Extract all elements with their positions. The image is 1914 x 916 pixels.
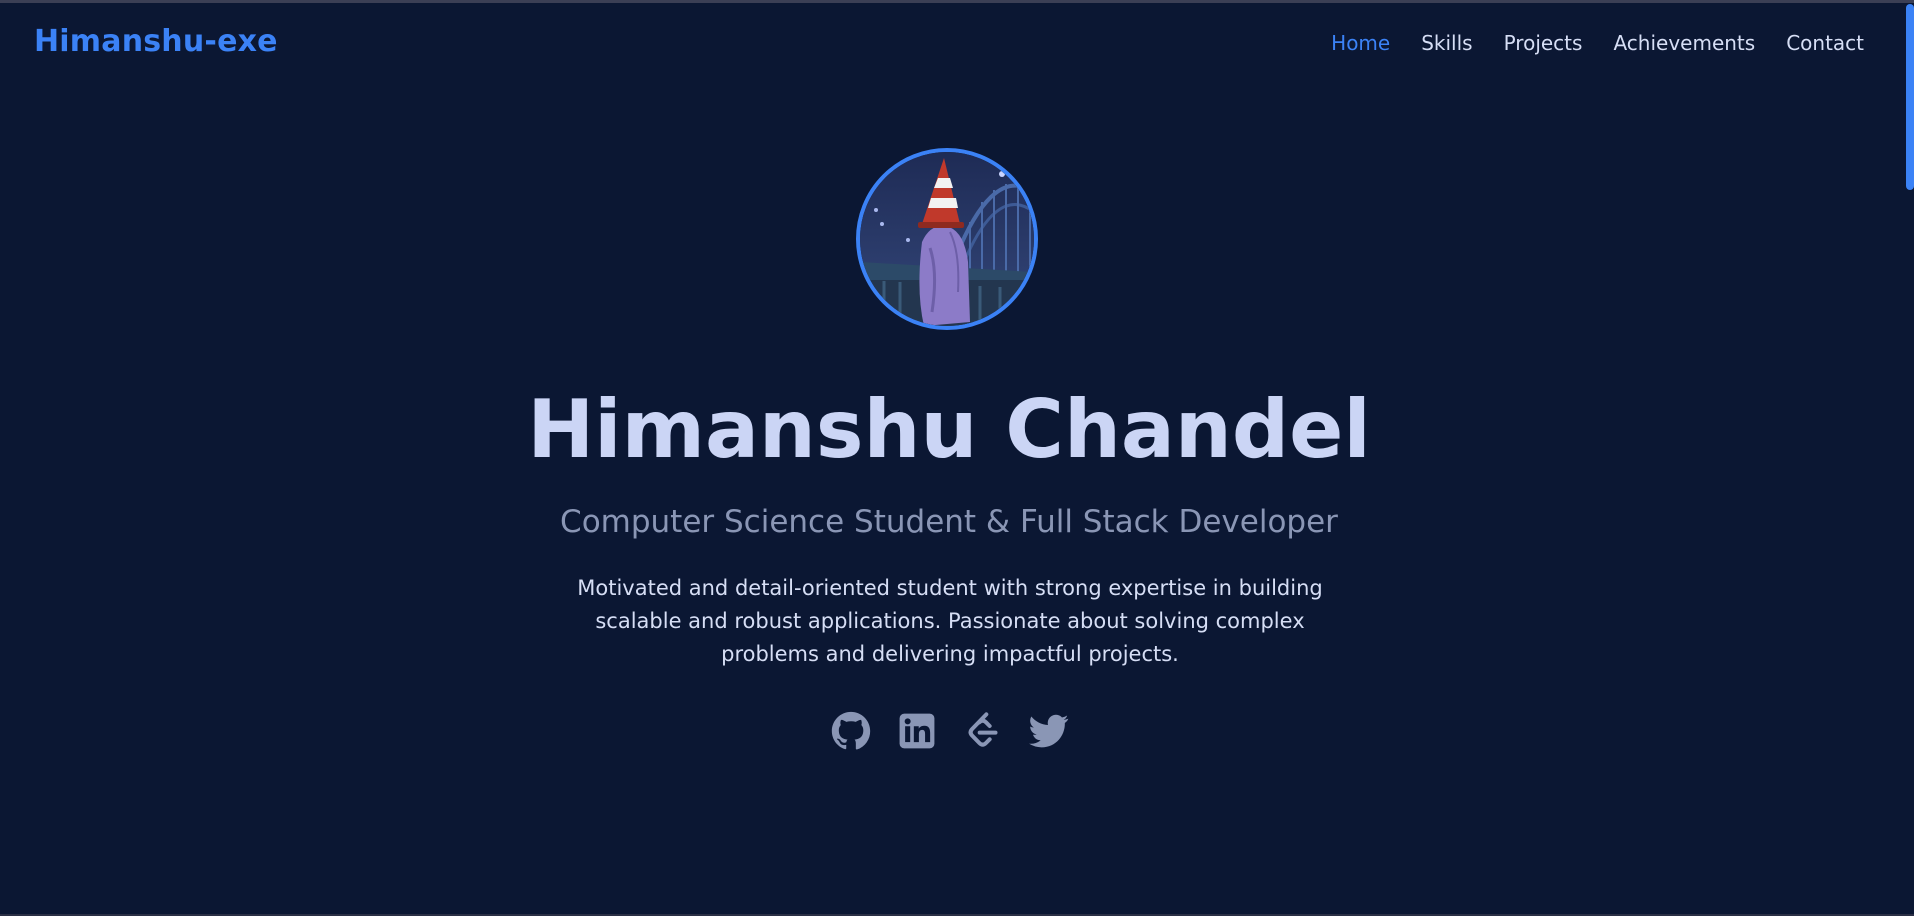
nav-item-achievements[interactable]: Achievements — [1613, 31, 1755, 55]
nav-item-contact[interactable]: Contact — [1786, 31, 1864, 55]
leetcode-icon — [968, 712, 998, 747]
hero-subtitle: Computer Science Student & Full Stack De… — [560, 504, 1338, 540]
linkedin-link[interactable] — [896, 710, 938, 752]
brand-logo[interactable]: Himanshu-exe — [34, 24, 278, 59]
hero-name: Himanshu Chandel — [527, 383, 1371, 476]
navbar: Himanshu-exe Home Skills Projects Achiev… — [0, 0, 1914, 90]
github-icon — [831, 711, 871, 750]
nav-item-home[interactable]: Home — [1331, 31, 1390, 55]
linkedin-icon — [899, 713, 935, 749]
twitter-icon — [1029, 714, 1069, 748]
github-link[interactable] — [830, 710, 872, 752]
leetcode-link[interactable] — [962, 710, 1004, 752]
hero-bio: Motivated and detail-oriented student wi… — [577, 576, 1323, 666]
nav-item-skills[interactable]: Skills — [1421, 31, 1472, 55]
nav-links: Home Skills Projects Achievements Contac… — [1331, 31, 1864, 55]
profile-avatar — [856, 148, 1038, 330]
social-links — [830, 710, 1070, 752]
twitter-link[interactable] — [1028, 710, 1070, 752]
page-scrollbar[interactable] — [1906, 4, 1914, 190]
profile-avatar-illustration — [860, 152, 1034, 326]
nav-item-projects[interactable]: Projects — [1504, 31, 1583, 55]
